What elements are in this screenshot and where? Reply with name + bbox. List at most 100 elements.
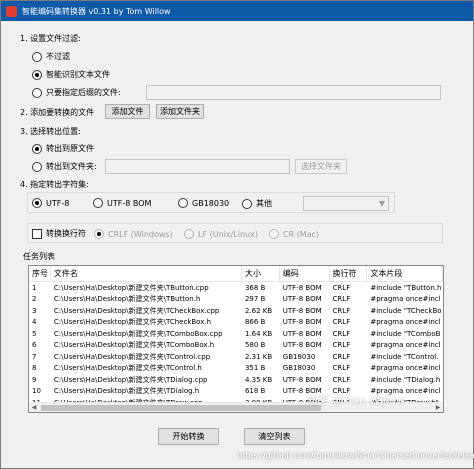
row-encoding: UTF-8 BOM (282, 318, 322, 327)
charset-utf8-label: UTF-8 (46, 198, 70, 208)
row-encoding: GB18030 (282, 352, 316, 361)
table-row[interactable]: 2 C:\Users\Ha\Desktop\新建文件夹\TButton.h 297 … (29, 294, 443, 306)
radio-indicator-checked (32, 69, 42, 80)
charset-other-select[interactable]: ▼ (303, 196, 389, 211)
row-snippet: #pragma once#incl (370, 295, 441, 304)
output-folder-input[interactable] (105, 159, 290, 174)
row-snippet: #pragma once#incl (370, 341, 441, 350)
row-filename: C:\Users\Ha\Desktop\新建文件夹\TButton.cpp (53, 283, 209, 292)
row-size: 351 B (244, 364, 266, 373)
convert-newline-label: 转换换行符 (46, 229, 86, 238)
charset-gb18030-radio[interactable]: GB18030 (178, 198, 229, 208)
column-header-snippet[interactable]: 文本片段 (367, 266, 443, 281)
title-bar: 智能编码集转换器 v0.31 by Tom Willow (1, 1, 473, 21)
clear-list-button[interactable]: 清空列表 (244, 428, 305, 445)
radio-indicator (184, 229, 194, 239)
add-folder-button[interactable]: 添加文件夹 (156, 104, 204, 119)
newline-lf-radio[interactable]: LF (Unix/Linux) (184, 229, 258, 239)
row-encoding: UTF-8 BOM (282, 295, 322, 304)
radio-indicator (242, 198, 252, 209)
row-size: 1.64 KB (244, 329, 273, 338)
row-index: 9 (32, 375, 37, 384)
watermark-author: 知乎 @Tom Willow (307, 392, 405, 408)
table-row[interactable]: 8 C:\Users\Ha\Desktop\新建文件夹\TControl.h 351… (29, 363, 443, 375)
row-newline: CRLF (332, 352, 351, 361)
newline-crlf-radio[interactable]: CRLF (Windows) (94, 229, 173, 239)
row-snippet: #include "TButton.h (370, 283, 442, 292)
row-index: 2 (32, 295, 37, 304)
task-list[interactable]: 序号 文件名 大小 编码 换行符 文本片段 1 C:\Users\Ha\Deskt… (28, 265, 444, 413)
charset-utf8bom-radio[interactable]: UTF-8 BOM (93, 198, 151, 208)
row-size: 297 B (244, 295, 266, 304)
column-header-size[interactable]: 大小 (242, 266, 280, 281)
table-row[interactable]: 4 C:\Users\Ha\Desktop\新建文件夹\TCheckBox.h 86… (29, 317, 443, 329)
filter-smart-radio[interactable]: 智能识别文本文件 (32, 69, 110, 80)
window-title: 智能编码集转换器 v0.31 by Tom Willow (22, 6, 171, 16)
row-size: 580 B (244, 341, 266, 350)
table-row[interactable]: 1 C:\Users\Ha\Desktop\新建文件夹\TButton.cpp 36… (29, 282, 443, 294)
task-list-body: 1 C:\Users\Ha\Desktop\新建文件夹\TButton.cpp 36… (29, 282, 443, 409)
table-row[interactable]: 7 C:\Users\Ha\Desktop\新建文件夹\TControl.cpp 2… (29, 351, 443, 363)
add-section-label: 2. 添加要转换的文件 (20, 108, 95, 117)
row-snippet: #include "TCheckBo (370, 306, 442, 315)
output-original-radio[interactable]: 转出到原文件 (32, 143, 94, 154)
newline-cr-radio[interactable]: CR (Mac) (269, 229, 319, 239)
suffix-input[interactable] (146, 85, 441, 100)
newline-cr-label: CR (Mac) (283, 229, 320, 239)
column-header-index[interactable]: 序号 (29, 266, 51, 281)
watermark-url: https://github.com/tomwillow/SmartCharse… (237, 451, 474, 460)
scroll-right-icon[interactable]: ▶ (433, 403, 443, 412)
row-index: 1 (32, 283, 37, 292)
filter-none-radio[interactable]: 不过滤 (32, 51, 70, 62)
task-list-header: 序号 文件名 大小 编码 换行符 文本片段 (29, 266, 443, 282)
row-size: 368 B (244, 283, 266, 292)
column-header-encoding[interactable]: 编码 (280, 266, 330, 281)
radio-indicator (178, 198, 188, 208)
row-index: 10 (32, 387, 41, 396)
browse-folder-button[interactable]: 选择文件夹 (295, 159, 347, 174)
row-size: 866 B (244, 318, 266, 327)
filter-none-label: 不过滤 (46, 52, 70, 61)
output-original-label: 转出到原文件 (46, 144, 94, 153)
charset-section-label: 4. 指定转出字符集: (20, 180, 89, 189)
newline-lf-label: LF (Unix/Linux) (198, 229, 258, 239)
row-encoding: UTF-8 BOM (282, 283, 322, 292)
app-icon (6, 5, 17, 17)
table-row[interactable]: 9 C:\Users\Ha\Desktop\新建文件夹\TDialog.cpp 4.… (29, 374, 443, 386)
row-encoding: GB18030 (282, 364, 316, 373)
row-newline: CRLF (332, 375, 351, 384)
filter-suffix-label: 只要指定后缀的文件: (46, 88, 121, 97)
scrollbar-thumb[interactable] (41, 405, 321, 411)
scroll-left-icon[interactable]: ◀ (29, 403, 39, 412)
charset-utf8bom-label: UTF-8 BOM (107, 198, 152, 208)
output-section-label: 3. 选择转出位置: (20, 127, 81, 136)
row-filename: C:\Users\Ha\Desktop\新建文件夹\TComboBox.h (53, 341, 215, 350)
row-size: 618 B (244, 387, 266, 396)
table-row[interactable]: 3 C:\Users\Ha\Desktop\新建文件夹\TCheckBox.cpp… (29, 305, 443, 317)
table-row[interactable]: 6 C:\Users\Ha\Desktop\新建文件夹\TComboBox.h 58… (29, 340, 443, 352)
watermark-handle: @Tom Willow (332, 394, 405, 407)
charset-other-radio[interactable]: 其他 (242, 198, 272, 209)
output-folder-radio[interactable]: 转出到文件夹: (32, 161, 97, 172)
row-filename: C:\Users\Ha\Desktop\新建文件夹\TControl.cpp (53, 352, 211, 361)
radio-indicator (93, 198, 103, 208)
radio-indicator-checked (32, 143, 42, 154)
table-row[interactable]: 5 C:\Users\Ha\Desktop\新建文件夹\TComboBox.cpp… (29, 328, 443, 340)
row-snippet: #include "TControl. (370, 352, 439, 361)
radio-indicator (32, 87, 42, 98)
convert-newline-checkbox[interactable]: 转换换行符 (32, 228, 86, 239)
row-index: 8 (32, 364, 37, 373)
column-header-newline[interactable]: 换行符 (330, 266, 368, 281)
charset-utf8-radio[interactable]: UTF-8 (32, 198, 69, 208)
filter-suffix-radio[interactable]: 只要指定后缀的文件: (32, 87, 121, 98)
column-header-filename[interactable]: 文件名 (51, 266, 242, 281)
row-filename: C:\Users\Ha\Desktop\新建文件夹\TCheckBox.h (53, 318, 212, 327)
row-filename: C:\Users\Ha\Desktop\新建文件夹\TCheckBox.cpp (53, 306, 220, 315)
row-filename: C:\Users\Ha\Desktop\新建文件夹\TDialog.h (53, 387, 200, 396)
start-convert-button[interactable]: 开始转换 (158, 428, 219, 445)
row-snippet: #pragma once#incl (370, 364, 441, 373)
row-filename: C:\Users\Ha\Desktop\新建文件夹\TButton.h (53, 295, 201, 304)
add-file-button[interactable]: 添加文件 (105, 104, 150, 119)
radio-indicator (32, 51, 42, 62)
row-filename: C:\Users\Ha\Desktop\新建文件夹\TComboBox.cpp (53, 329, 223, 338)
